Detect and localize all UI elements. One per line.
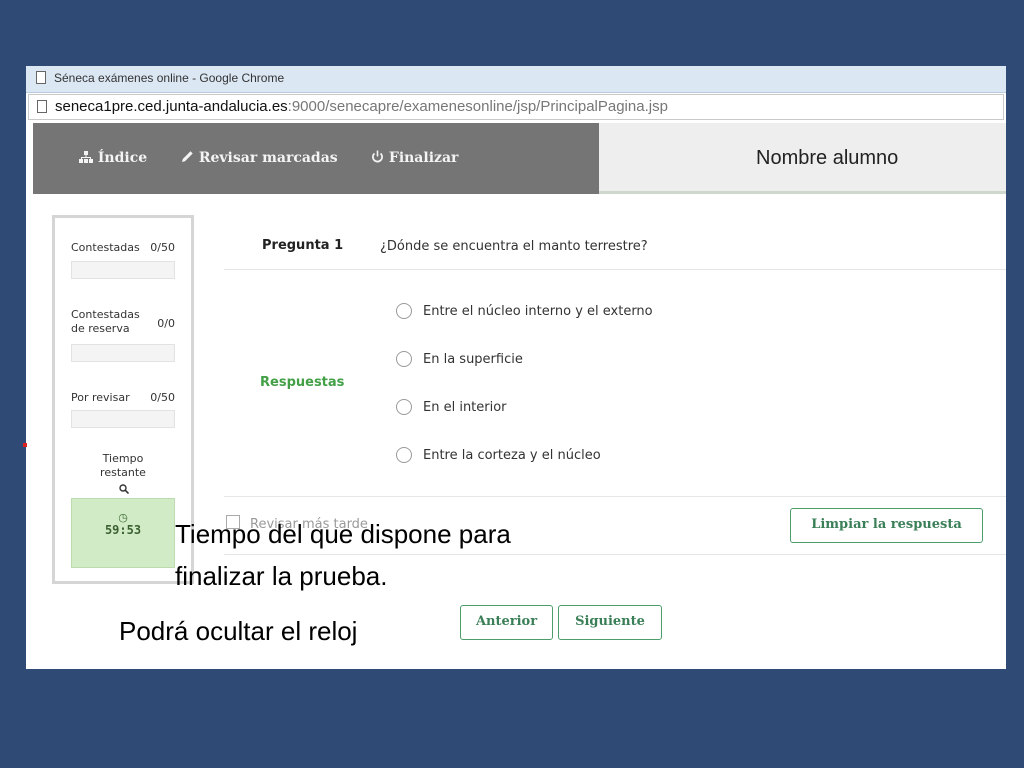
window-title: Séneca exámenes online - Google Chrome [54,71,285,85]
answer-option-label: Entre la corteza y el núcleo [423,448,601,463]
nav-finish-label: Finalizar [388,150,459,166]
reserve-label-line1: Contestadas [71,308,140,321]
question-number: Pregunta 1 [262,238,344,253]
power-icon [372,150,383,163]
nav-index[interactable]: Índice [79,150,147,166]
answer-radio[interactable] [396,399,412,415]
to-review-label: Por revisar [71,391,130,404]
answer-option-label: En el interior [423,400,507,415]
to-review-count: 0/50 [150,391,175,404]
reserve-label-line2: de reserva [71,322,130,335]
clear-answer-button[interactable]: Limpiar la respuesta [790,508,983,543]
caption-hide-clock: Podrá ocultar el reloj [119,616,358,646]
answer-radio[interactable] [396,351,412,367]
document-icon [36,71,46,84]
pencil-icon [182,151,193,162]
address-bar[interactable]: seneca1pre.ced.junta-andalucia.es:9000/s… [28,94,1004,120]
answer-option-label: Entre el núcleo interno y el externo [423,304,653,319]
answered-progress-bar [71,261,175,279]
time-label-line1: Tiempo [102,452,144,465]
caption-time-line1: Tiempo del que dispone para [175,519,511,549]
reserve-progress-bar [71,344,175,362]
timer-box: ◷ 59:53 [71,498,175,568]
nav-finish[interactable]: Finalizar [371,150,458,166]
sitemap-icon [79,151,93,163]
answered-count: 0/50 [150,241,175,254]
divider [224,496,1006,497]
pointer-dot [23,443,27,447]
page-icon [37,100,47,113]
answers-label: Respuestas [260,375,345,390]
next-button[interactable]: Siguiente [558,605,662,640]
zoom-icon[interactable] [119,484,129,494]
progress-sidebar: Contestadas 0/50 Contestadas de reserva 0… [52,215,194,584]
time-remaining: 59:53 [104,523,142,537]
student-name-panel: Nombre alumno [599,123,1006,194]
url-domain: seneca1pre.ced.junta-andalucia.es [55,98,288,115]
answer-option-label: En la superficie [423,352,523,367]
answered-label: Contestadas [71,241,140,254]
question-header: Pregunta 1 ¿Dónde se encuentra el manto … [224,226,1006,270]
url-text[interactable]: seneca1pre.ced.junta-andalucia.es:9000/s… [55,98,668,115]
time-remaining-label: Tiempo restante [55,452,191,480]
student-name: Nombre alumno [756,147,899,169]
window-titlebar: Séneca exámenes online - Google Chrome [26,66,1006,93]
nav-review-marked[interactable]: Revisar marcadas [181,150,338,166]
previous-button[interactable]: Anterior [460,605,553,640]
browser-window: Séneca exámenes online - Google Chrome s… [26,66,1006,669]
answer-radio[interactable] [396,447,412,463]
answer-radio[interactable] [396,303,412,319]
question-text: ¿Dónde se encuentra el manto terrestre? [380,239,648,254]
to-review-progress-bar [71,410,175,428]
reserve-label: Contestadas de reserva [71,308,140,336]
reserve-count: 0/0 [157,317,175,330]
nav-index-label: Índice [97,150,148,166]
top-navigation: Índice Revisar marcadas Finalizar [33,123,599,194]
caption-time-line2: finalizar la prueba. [175,561,388,591]
nav-review-marked-label: Revisar marcadas [198,150,338,166]
time-label-line2: restante [100,466,146,479]
url-path: :9000/senecapre/examenesonline/jsp/Princ… [287,98,668,115]
